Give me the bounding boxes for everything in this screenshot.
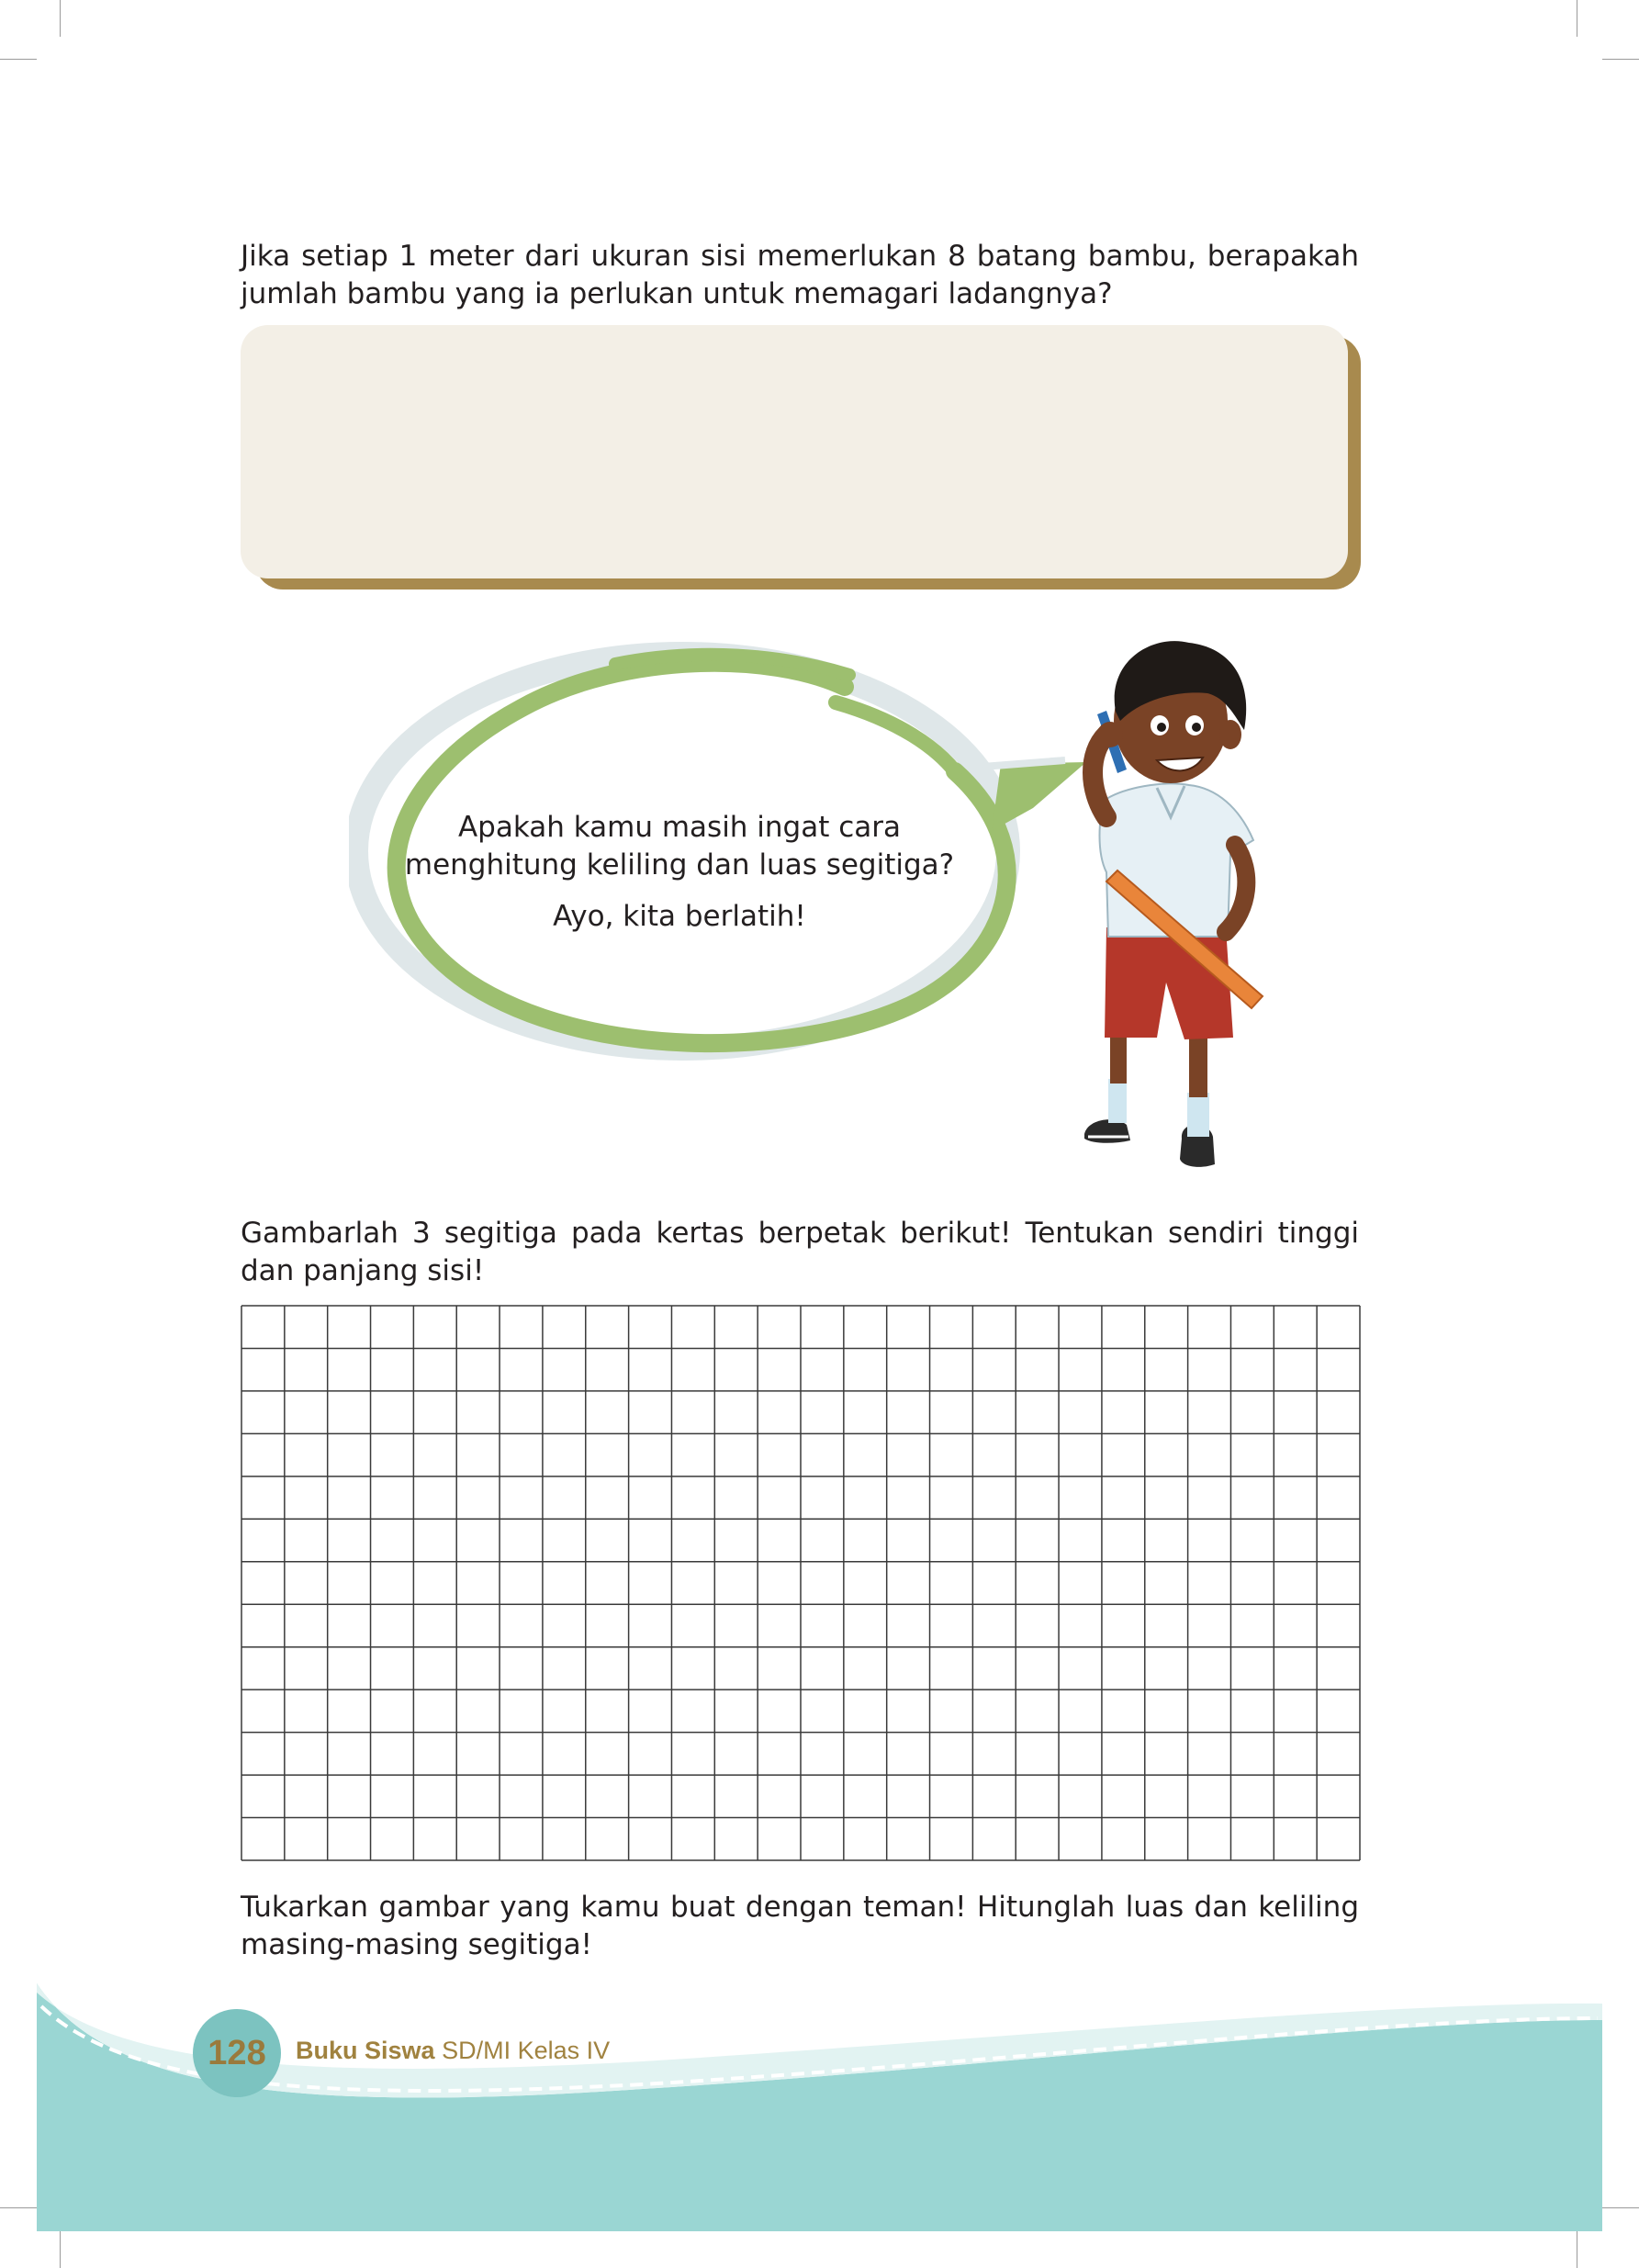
student-illustration (1083, 641, 1264, 1167)
grid-paper[interactable] (241, 1305, 1361, 1861)
bubble-line-1: Apakah kamu masih ingat cara (457, 811, 902, 844)
page-number: 128 (193, 2009, 281, 2097)
exchange-instruction-text: Tukarkan gambar yang kamu buat dengan te… (241, 1891, 1359, 1961)
draw-instruction-text: Gambarlah 3 segitiga pada kertas berpeta… (241, 1217, 1359, 1287)
book-subtitle: SD/MI Kelas IV (442, 2037, 611, 2064)
bubble-line-2: menghitung keliling dan luas segitiga? (404, 848, 955, 881)
crop-mark (0, 59, 37, 60)
crop-mark (1602, 59, 1639, 60)
crop-mark (60, 0, 61, 37)
answer-box[interactable] (241, 325, 1348, 578)
crop-mark (60, 2231, 61, 2268)
book-title: Buku Siswa (296, 2037, 435, 2064)
bubble-line-3: Ayo, kita berlatih! (553, 900, 806, 933)
question-text: Jika setiap 1 meter dari ukuran sisi mem… (241, 240, 1359, 310)
footer-book-title: Buku Siswa SD/MI Kelas IV (296, 2037, 610, 2065)
